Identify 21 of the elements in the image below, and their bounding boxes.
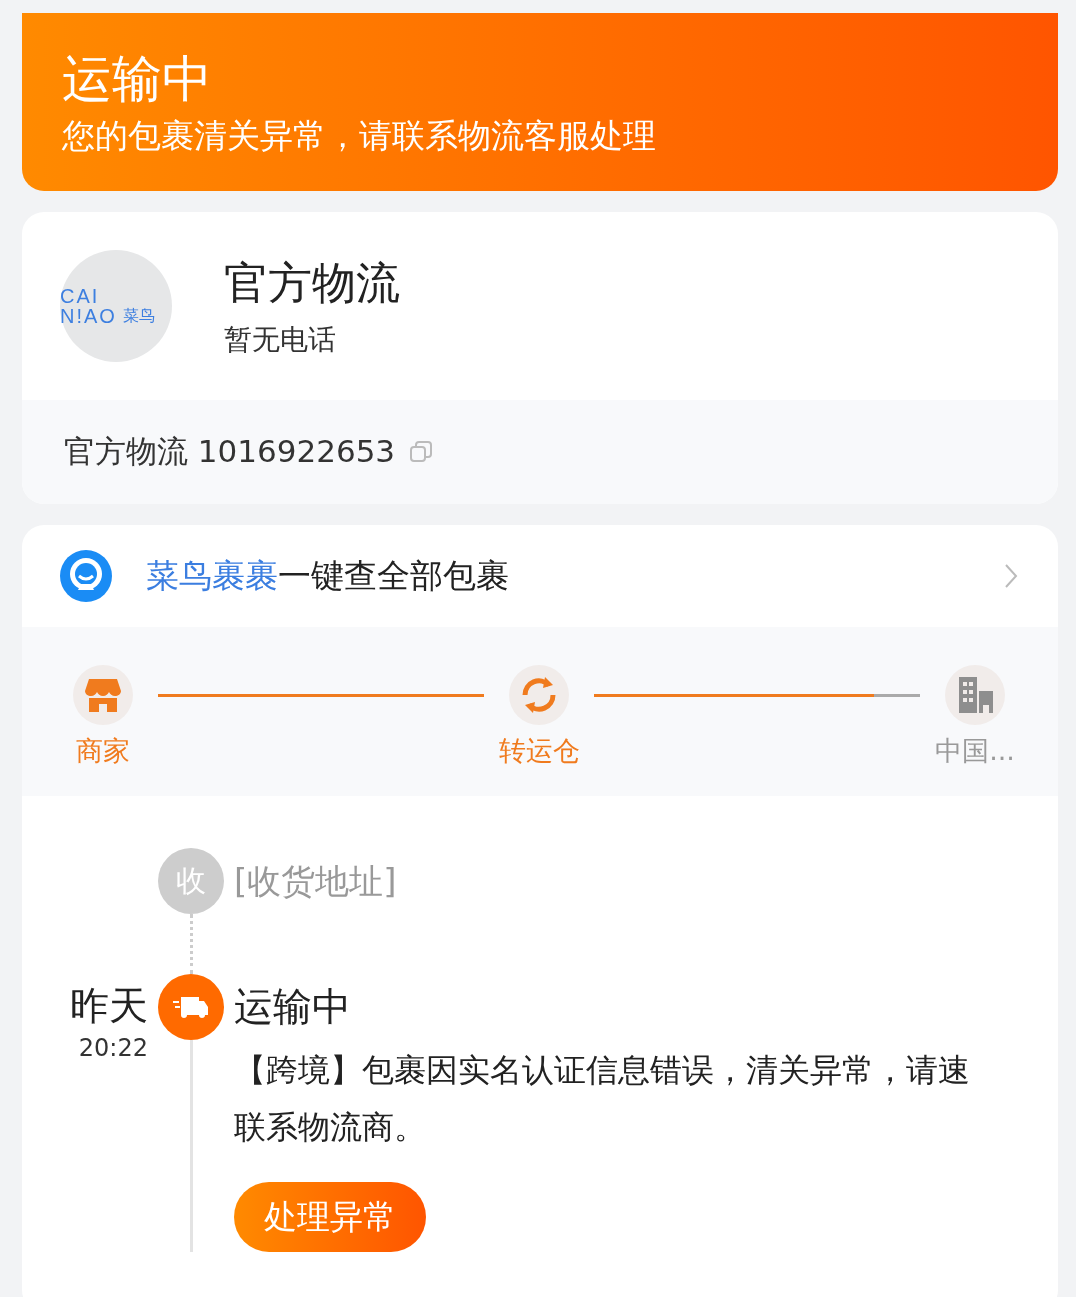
step-label: 商家 — [76, 734, 130, 768]
copy-icon[interactable] — [409, 440, 434, 464]
event-title: 运输中 — [234, 983, 352, 1031]
event-day: 昨天 — [70, 978, 148, 1034]
app-logo-icon — [60, 550, 112, 602]
step-label: 转运仓 — [498, 734, 580, 768]
event-description: 【跨境】包裹因实名认证信息错误，清关异常，请速联系物流商。 — [234, 1050, 971, 1148]
promo-text: 菜鸟裹裹一键查全部包裹 — [146, 554, 510, 597]
carrier-name: 官方物流 — [224, 256, 400, 310]
status-title: 运输中 — [62, 49, 213, 110]
tracking-number: 官方物流 1016922653 — [64, 432, 396, 471]
address-label: [收货地址] — [234, 860, 398, 903]
event-time: 20:22 — [78, 1034, 148, 1062]
app-link[interactable]: 菜鸟裹裹 — [146, 555, 278, 595]
status-message: 您的包裹清关异常，请联系物流客服处理 — [62, 115, 657, 157]
handle-exception-button[interactable]: 处理异常 — [234, 1182, 426, 1252]
chevron-right-icon[interactable] — [1004, 563, 1018, 589]
carrier-logo: CAI N!AO 菜鸟 — [60, 250, 172, 362]
step-label: 中国... — [935, 734, 1015, 768]
truck-icon — [173, 995, 209, 1019]
carrier-phone: 暂无电话 — [224, 322, 337, 358]
